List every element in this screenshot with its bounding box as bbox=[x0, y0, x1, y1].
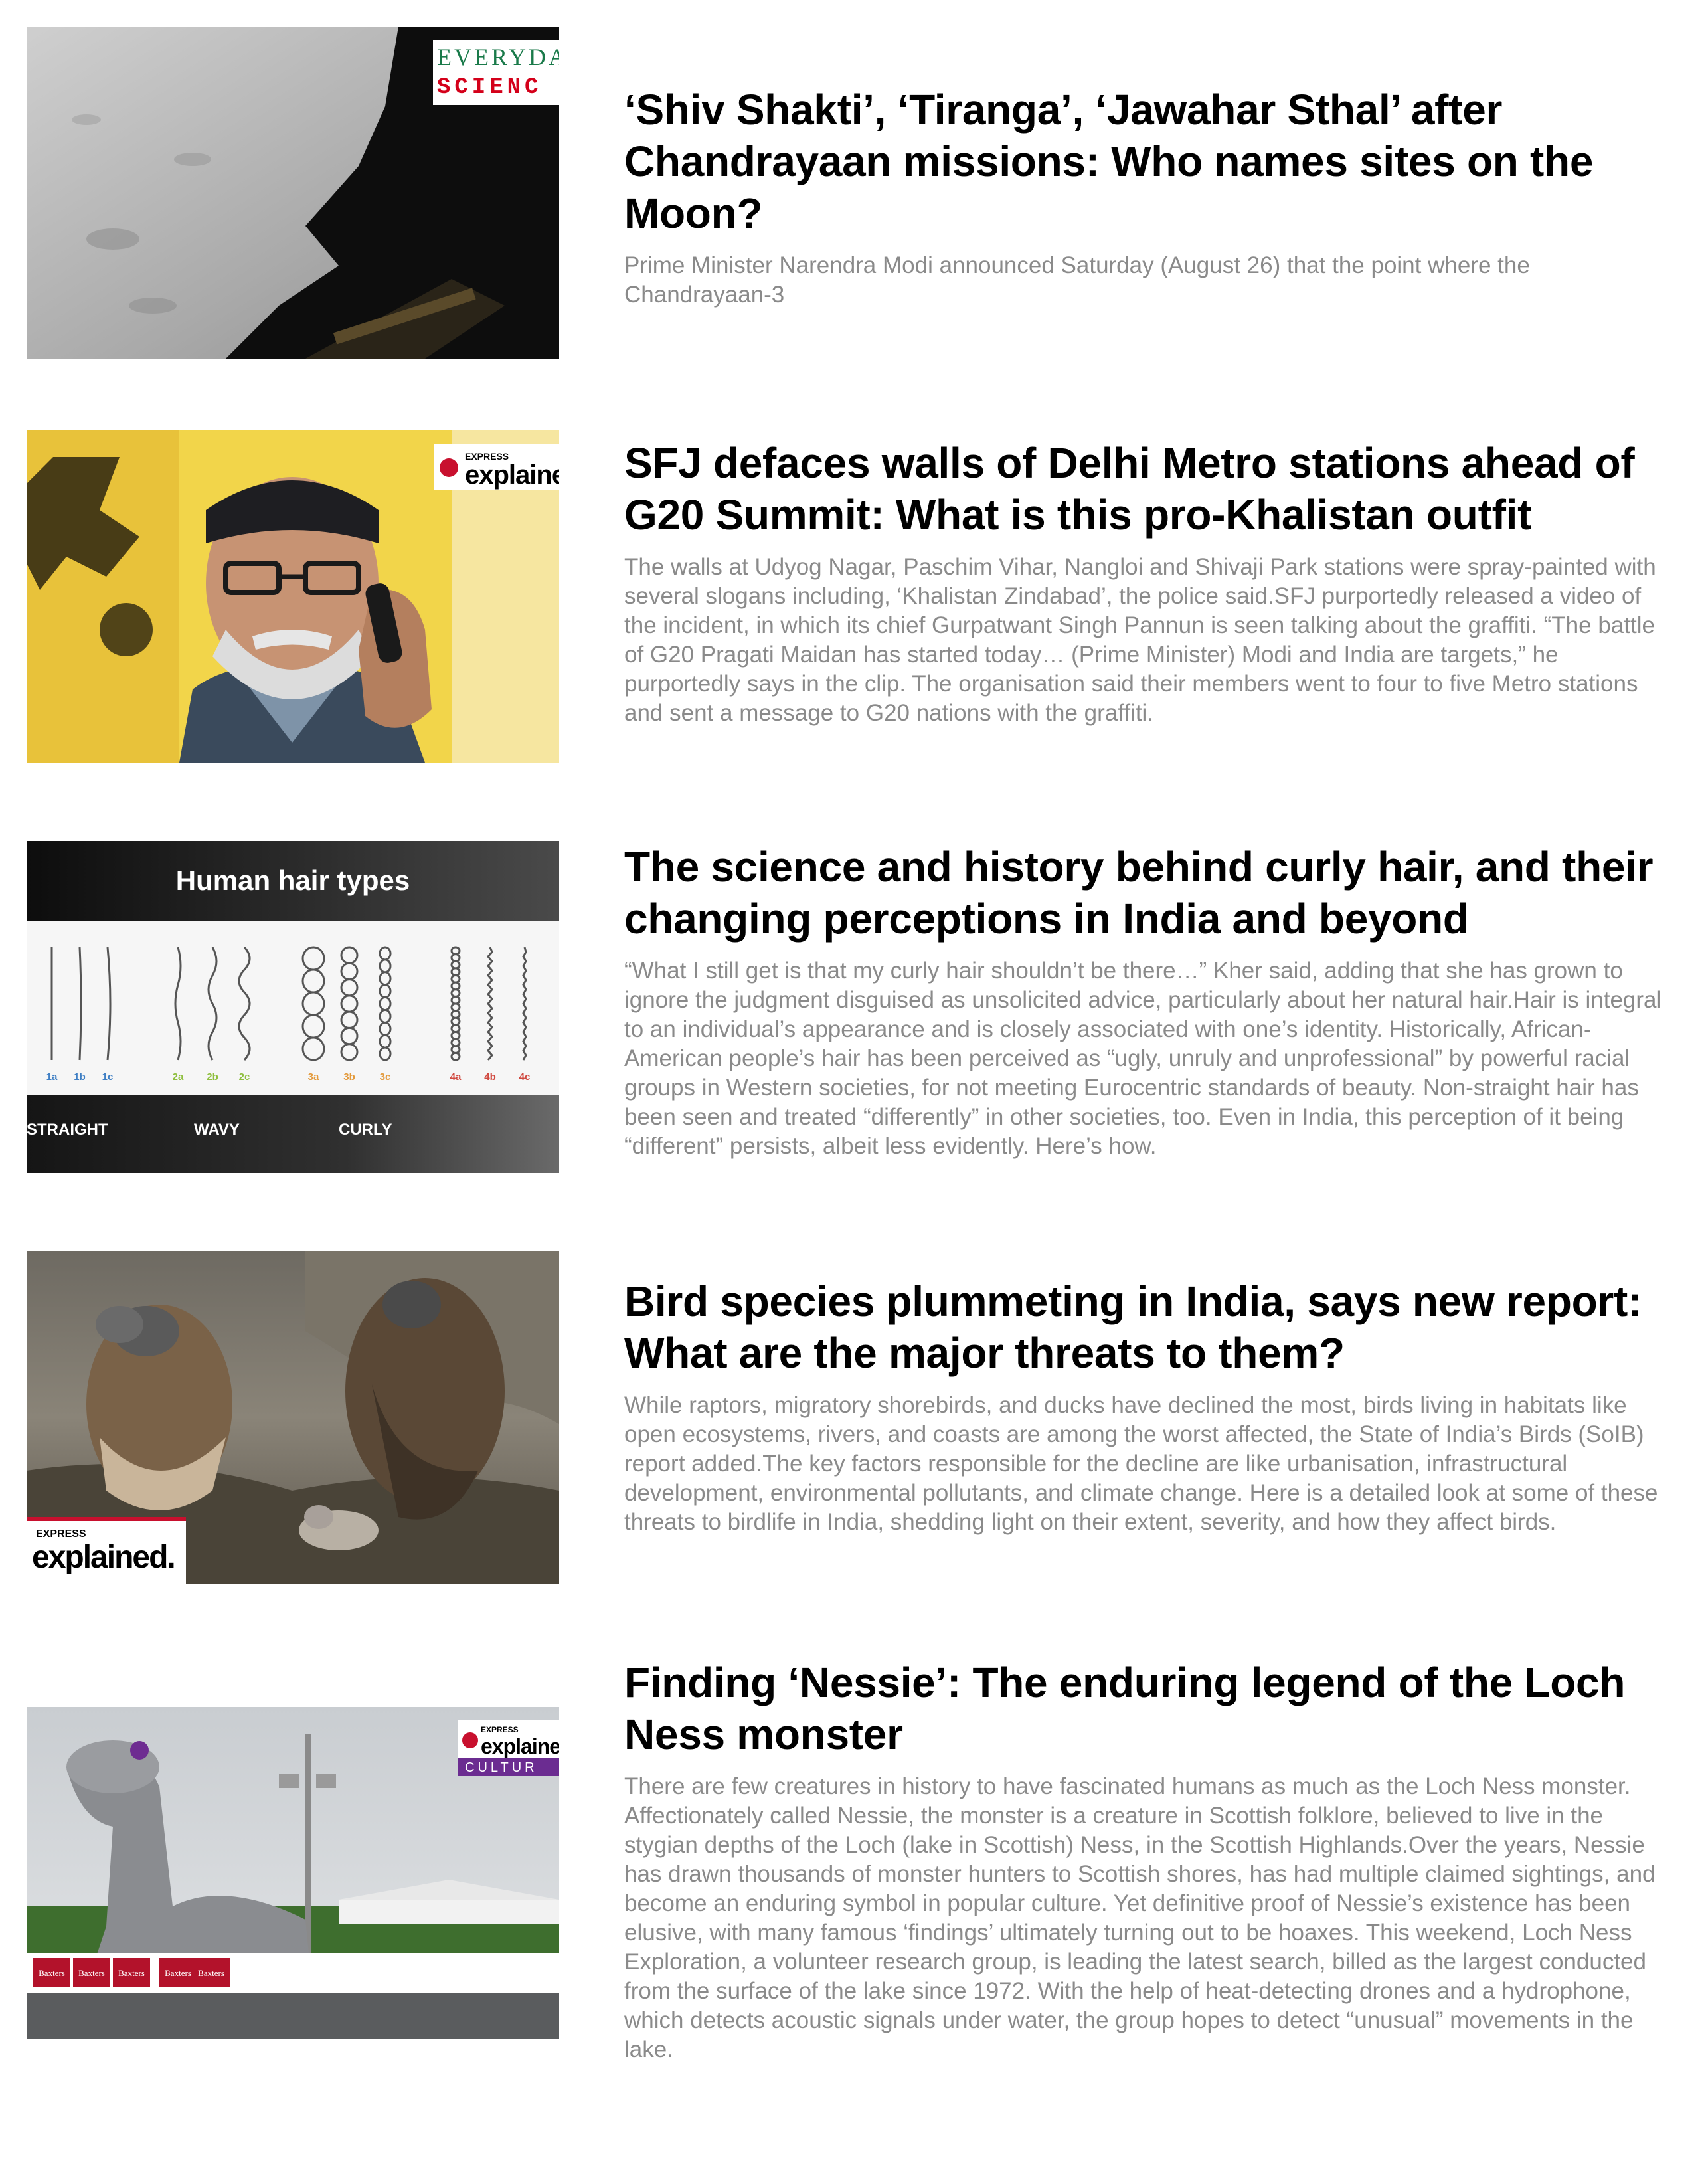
article-item: Baxters Baxters Baxters Baxters Baxters LOCH… bbox=[27, 1657, 1673, 2064]
article-text: ‘Shiv Shakti’, ‘Tiranga’, ‘Jawahar Sthal… bbox=[624, 27, 1673, 310]
article-item: EVERYDA SCIENC ‘Shiv Shakti’, ‘Tiranga’,… bbox=[27, 27, 1673, 359]
article-text: Bird species plummeting in India, says n… bbox=[624, 1251, 1673, 1537]
article-item: Human hair types 1a 1b 1c 2a 2b 2c 3a 3b 3c 4a 4b 4… bbox=[27, 841, 1673, 1173]
infographic-heading: Human hair types bbox=[176, 865, 410, 896]
hair-type-label: 2b bbox=[207, 1071, 218, 1083]
hair-type-label: 3b bbox=[343, 1071, 355, 1083]
article-text: The science and history behind curly hai… bbox=[624, 841, 1673, 1161]
category-straight: STRAIGHT bbox=[27, 1121, 108, 1138]
hair-type-label: 2c bbox=[239, 1071, 250, 1083]
badge-science: SCIENC bbox=[437, 75, 542, 100]
banner-label: Baxters bbox=[78, 1968, 105, 1978]
hair-type-label: 1a bbox=[46, 1071, 58, 1083]
moon-surface-image: EVERYDA SCIENC bbox=[27, 27, 559, 359]
banner-label: Baxters bbox=[39, 1968, 65, 1978]
article-text: Finding ‘Nessie’: The enduring legend of… bbox=[624, 1657, 1673, 2064]
hair-type-label: 1b bbox=[74, 1071, 86, 1083]
hair-type-label: 4a bbox=[450, 1071, 462, 1083]
badge-everyday: EVERYDA bbox=[437, 44, 559, 70]
hair-type-label: 1c bbox=[102, 1071, 114, 1083]
banner-label: Baxters bbox=[165, 1968, 191, 1978]
hair-type-label: 3a bbox=[308, 1071, 319, 1083]
explained-article-feed: EVERYDA SCIENC ‘Shiv Shakti’, ‘Tiranga’,… bbox=[0, 0, 1700, 2184]
article-title[interactable]: SFJ defaces walls of Delhi Metro station… bbox=[624, 437, 1673, 541]
article-title[interactable]: Finding ‘Nessie’: The enduring legend of… bbox=[624, 1657, 1673, 1760]
article-summary: There are few creatures in history to ha… bbox=[624, 1774, 1656, 2062]
category-wavy: WAVY bbox=[194, 1121, 240, 1138]
badge-explained: explaine bbox=[481, 1734, 559, 1758]
article-thumbnail[interactable]: Human hair types 1a 1b 1c 2a 2b 2c 3a 3b 3c 4a 4b 4… bbox=[27, 841, 559, 1173]
hair-types-image: Human hair types 1a 1b 1c 2a 2b 2c 3a 3b 3c 4a 4b 4… bbox=[27, 841, 559, 1173]
badge-explained: explained. bbox=[32, 1540, 175, 1575]
article-summary: The walls at Udyog Nagar, Paschim Vihar,… bbox=[624, 554, 1656, 726]
article-thumbnail[interactable]: EXPRESS explained. bbox=[27, 1251, 559, 1584]
article-summary: Prime Minister Narendra Modi announced S… bbox=[624, 252, 1530, 308]
article-title[interactable]: The science and history behind curly hai… bbox=[624, 841, 1673, 945]
badge-express: EXPRESS bbox=[481, 1725, 519, 1734]
category-curly: CURLY bbox=[339, 1121, 392, 1138]
marathon-sign: LOCH NESS MARATHON bbox=[305, 1977, 426, 1989]
banner-label: Baxters bbox=[118, 1968, 145, 1978]
article-thumbnail[interactable]: Baxters Baxters Baxters Baxters Baxters LOCH… bbox=[27, 1707, 559, 2039]
man-on-phone-image: EXPRESS explaine bbox=[27, 430, 559, 763]
badge-explained: explaine bbox=[465, 460, 559, 490]
baxters-banners: Baxters Baxters Baxters Baxters Baxters bbox=[33, 1958, 230, 1987]
vultures-image: EXPRESS explained. bbox=[27, 1251, 559, 1584]
hair-type-label: 4c bbox=[519, 1071, 531, 1083]
hair-type-label: 3c bbox=[380, 1071, 391, 1083]
badge-culture: CULTUR bbox=[465, 1760, 538, 1775]
hair-type-label: 4b bbox=[484, 1071, 496, 1083]
article-thumbnail[interactable]: EVERYDA SCIENC bbox=[27, 27, 559, 359]
article-thumbnail[interactable]: EXPRESS explaine bbox=[27, 430, 559, 763]
article-text: SFJ defaces walls of Delhi Metro station… bbox=[624, 430, 1673, 728]
article-summary: “What I still get is that my curly hair … bbox=[624, 958, 1662, 1159]
badge-express: EXPRESS bbox=[36, 1528, 86, 1540]
article-title[interactable]: ‘Shiv Shakti’, ‘Tiranga’, ‘Jawahar Sthal… bbox=[624, 84, 1673, 239]
banner-label: Baxters bbox=[198, 1968, 224, 1978]
article-title[interactable]: Bird species plummeting in India, says n… bbox=[624, 1275, 1673, 1379]
article-item: EXPRESS explained. Bird species plummeti… bbox=[27, 1251, 1673, 1584]
article-summary: While raptors, migratory shorebirds, and… bbox=[624, 1392, 1658, 1535]
article-item: EXPRESS explaine SFJ defaces walls of De… bbox=[27, 430, 1673, 763]
hair-type-label: 2a bbox=[173, 1071, 184, 1083]
nessie-inflatable-image: Baxters Baxters Baxters Baxters Baxters LOCH… bbox=[27, 1707, 559, 2039]
